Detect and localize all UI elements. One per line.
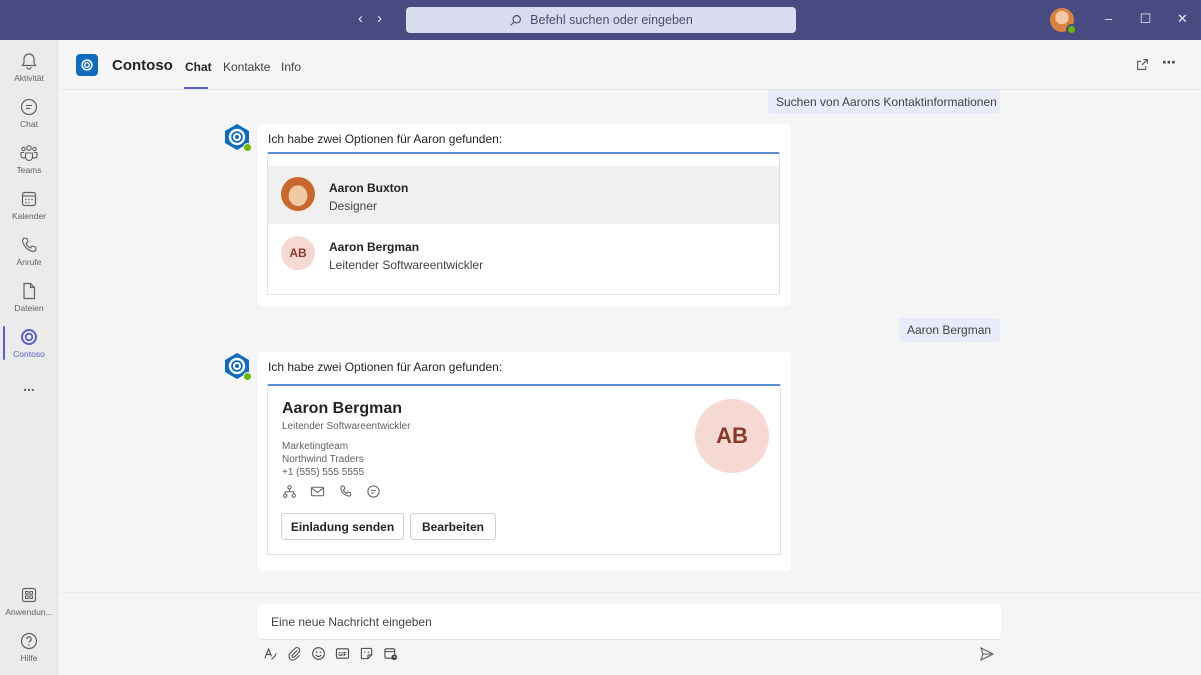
send-icon — [980, 646, 995, 662]
org-chart-icon[interactable] — [282, 484, 297, 499]
schedule-meeting-icon[interactable] — [383, 646, 398, 661]
presence-available-icon — [1066, 24, 1077, 35]
close-icon[interactable]: ✕ — [1164, 11, 1201, 27]
avatar: AB — [281, 236, 315, 270]
chevron-right-icon[interactable]: › — [377, 10, 382, 27]
more-apps-button[interactable]: ... — [0, 374, 58, 398]
compose-toolbar: GIF — [263, 646, 398, 661]
app-name: Contoso — [112, 57, 173, 74]
contact-name: Aaron Bergman — [282, 400, 403, 417]
presence-available-icon — [243, 143, 252, 152]
rail-item-calls[interactable]: Anrufe — [0, 228, 58, 274]
contoso-logo-icon — [76, 54, 98, 76]
search-icon — [510, 14, 522, 26]
window-controls: – ☐ ✕ — [1090, 11, 1201, 27]
contact-role: Leitender Softwareentwickler — [282, 421, 411, 432]
apps-icon — [21, 587, 37, 603]
history-nav: ‹ › — [358, 10, 382, 27]
option-aaron-buxton[interactable]: Aaron Buxton Designer — [268, 166, 779, 224]
rail-label: Hilfe — [20, 653, 38, 663]
contact-company: Northwind Traders — [282, 454, 364, 465]
rail-item-apps[interactable]: Anwendun... — [0, 578, 58, 624]
contact-team: Marketingteam — [282, 441, 349, 452]
rail-item-contoso[interactable]: Contoso — [0, 320, 58, 366]
bell-icon — [21, 53, 37, 70]
person-role: Designer — [329, 199, 378, 213]
edit-button[interactable]: Bearbeiten — [410, 513, 496, 540]
contact-phone: +1 (555) 555 5555 — [282, 467, 365, 478]
rail-item-teams[interactable]: Teams — [0, 136, 58, 182]
avatar — [281, 177, 315, 211]
user-avatar[interactable] — [1050, 8, 1077, 35]
tab-info[interactable]: Info — [281, 60, 301, 74]
rail-item-chat[interactable]: Chat — [0, 90, 58, 136]
message-input[interactable] — [258, 604, 1001, 639]
rail-label: Anrufe — [16, 257, 42, 267]
send-invitation-button[interactable]: Einladung senden — [281, 513, 404, 540]
app-rail: Aktivität Chat Teams Kalender Anrufe Dat… — [0, 40, 58, 675]
help-icon — [20, 632, 38, 650]
tab-chat[interactable]: Chat — [185, 60, 212, 74]
sent-message: Aaron Bergman — [899, 318, 1000, 342]
bot-message: Ich habe zwei Optionen für Aaron gefunde… — [258, 124, 791, 306]
rail-label: Kalender — [11, 211, 47, 221]
bot-message-text: Ich habe zwei Optionen für Aaron gefunde… — [268, 132, 503, 146]
options-card: Aaron Buxton Designer AB Aaron Bergman L… — [267, 152, 780, 295]
more-options-icon[interactable]: ⋯ — [1162, 54, 1176, 71]
calendar-icon — [21, 191, 37, 207]
rail-label: Dateien — [14, 303, 44, 313]
more-icon: ... — [23, 378, 35, 394]
compose-box — [258, 604, 1001, 640]
contact-actions — [282, 484, 381, 499]
title-bar: ‹ › Befehl suchen oder eingeben – ☐ ✕ — [0, 0, 1201, 40]
chat-icon — [20, 98, 38, 116]
maximize-icon[interactable]: ☐ — [1127, 11, 1164, 27]
command-search-box[interactable]: Befehl suchen oder eingeben — [406, 7, 796, 33]
bot-message: Ich habe zwei Optionen für Aaron gefunde… — [258, 352, 791, 571]
phone-icon — [21, 237, 37, 253]
bot-avatar — [223, 352, 252, 381]
compose-divider — [59, 592, 1201, 593]
phone-icon[interactable] — [338, 484, 353, 499]
bot-message-text: Ich habe zwei Optionen für Aaron gefunde… — [268, 360, 503, 374]
bot-avatar — [223, 123, 252, 152]
rail-item-calendar[interactable]: Kalender — [0, 182, 58, 228]
minimize-icon[interactable]: – — [1090, 11, 1127, 27]
rail-label: Chat — [20, 119, 38, 129]
chat-icon[interactable] — [366, 484, 381, 499]
contact-card: Aaron Bergman Leitender Softwareentwickl… — [267, 384, 781, 555]
search-placeholder: Befehl suchen oder eingeben — [530, 13, 693, 27]
gif-icon[interactable]: GIF — [335, 646, 350, 661]
file-icon — [23, 282, 36, 300]
rail-item-help[interactable]: Hilfe — [0, 624, 58, 670]
option-aaron-bergman[interactable]: AB Aaron Bergman Leitender Softwareentwi… — [268, 225, 779, 283]
chevron-left-icon[interactable]: ‹ — [358, 10, 363, 27]
contact-avatar: AB — [695, 399, 769, 473]
attach-icon[interactable] — [287, 646, 302, 661]
rail-item-activity[interactable]: Aktivität — [0, 44, 58, 90]
emoji-icon[interactable] — [311, 646, 326, 661]
rail-label: Teams — [16, 165, 42, 175]
sticker-icon[interactable] — [359, 646, 374, 661]
tab-contacts[interactable]: Kontakte — [223, 60, 270, 74]
rail-label: Anwendun... — [5, 607, 53, 617]
rail-label: Contoso — [13, 349, 45, 359]
app-header: Contoso Chat Kontakte Info ⋯ — [59, 40, 1201, 90]
popout-icon[interactable] — [1136, 58, 1149, 74]
sent-message: Suchen von Aarons Kontaktinformationen — [768, 90, 1000, 114]
mail-icon[interactable] — [310, 484, 325, 499]
person-role: Leitender Softwareentwickler — [329, 258, 484, 272]
person-name: Aaron Bergman — [329, 240, 420, 254]
teams-icon — [20, 145, 38, 162]
rail-item-files[interactable]: Dateien — [0, 274, 58, 320]
active-tab-indicator — [184, 87, 208, 89]
format-icon[interactable] — [263, 646, 278, 661]
person-name: Aaron Buxton — [329, 181, 409, 195]
send-button[interactable] — [979, 646, 995, 667]
presence-available-icon — [243, 372, 252, 381]
contoso-icon — [21, 329, 37, 345]
rail-label: Aktivität — [14, 73, 44, 83]
svg-text:GIF: GIF — [338, 652, 347, 658]
